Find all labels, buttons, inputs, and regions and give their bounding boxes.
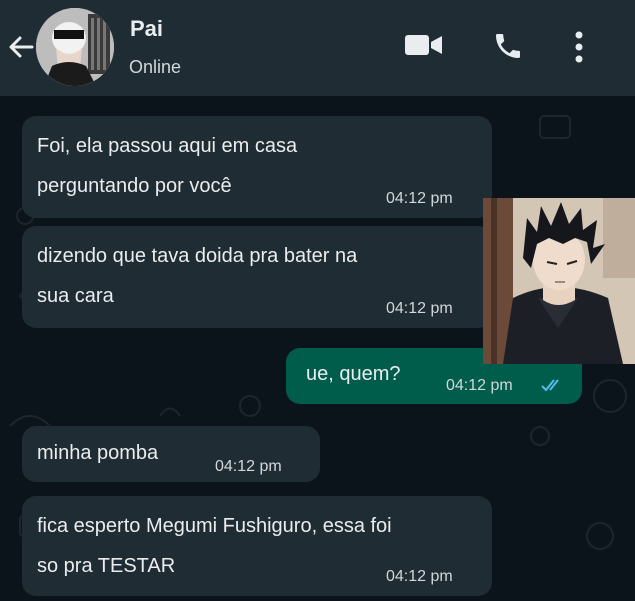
message-bubble-incoming[interactable]: fica esperto Megumi Fushiguro, essa foi … (22, 496, 492, 596)
message-time: 04:12 pm (386, 190, 453, 207)
back-arrow-icon[interactable] (6, 32, 36, 62)
message-text: dizendo que tava doida pra bater na sua … (37, 245, 358, 307)
video-call-icon[interactable] (404, 30, 444, 60)
message-bubble-incoming[interactable]: minha pomba 04:12 pm (22, 426, 320, 482)
message-time: 04:12 pm (386, 300, 453, 317)
phone-call-icon[interactable] (492, 30, 524, 62)
message-text: Foi, ela passou aqui em casa perguntando… (37, 135, 298, 197)
message-bubble-incoming[interactable]: Foi, ela passou aqui em casa perguntando… (22, 116, 492, 218)
inserted-name: Megumi Fushiguro (145, 515, 312, 537)
message-text: ue, quem? (306, 363, 401, 385)
message-time: 04:12 pm (386, 568, 453, 585)
message-text: fica esperto Megumi Fushiguro, essa foi … (37, 506, 392, 586)
message-time: 04:12 pm (446, 377, 513, 394)
message-text: minha pomba (37, 442, 159, 464)
read-receipt-icon (541, 379, 559, 392)
chat-header: Pai Online (0, 0, 635, 96)
message-time: 04:12 pm (215, 458, 282, 475)
more-options-icon[interactable] (572, 30, 586, 64)
contact-status: Online (129, 57, 182, 77)
contact-name[interactable]: Pai (130, 16, 163, 42)
message-text-start: fica esperto (37, 515, 146, 537)
contact-avatar[interactable] (36, 8, 114, 86)
character-photo (483, 198, 635, 364)
message-bubble-incoming[interactable]: dizendo que tava doida pra bater na sua … (22, 226, 492, 328)
